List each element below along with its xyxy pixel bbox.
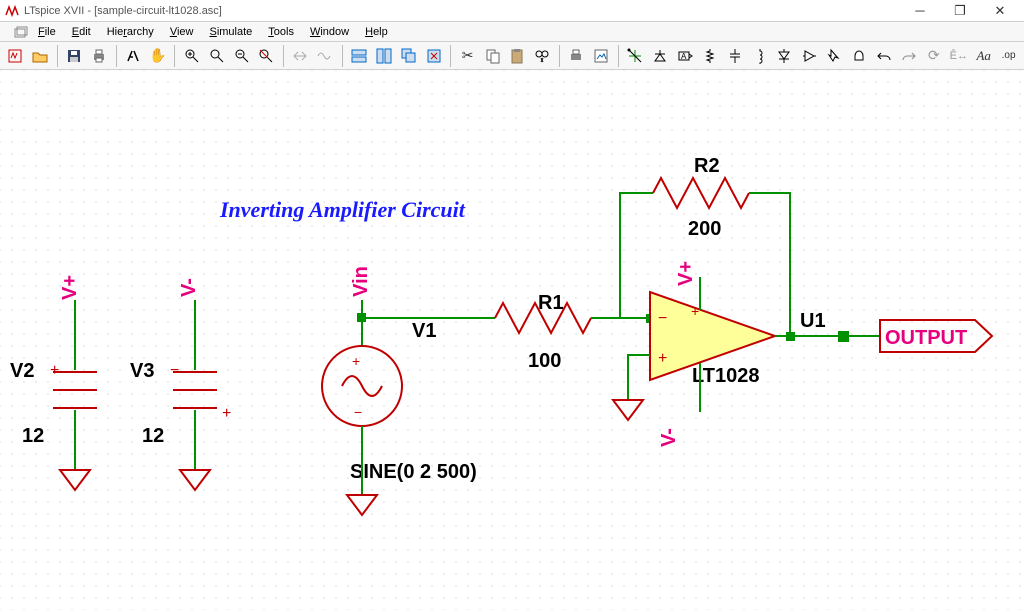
toolbar-separator xyxy=(174,45,175,67)
menu-window[interactable]: Window xyxy=(302,24,357,40)
autorange-icon[interactable] xyxy=(289,44,312,68)
v2-value[interactable]: 12 xyxy=(22,425,44,448)
inductor-icon[interactable] xyxy=(748,44,771,68)
rotate-icon[interactable]: ⟳ xyxy=(922,44,945,68)
print-icon[interactable] xyxy=(88,44,111,68)
copy-icon[interactable] xyxy=(481,44,504,68)
net-vplus[interactable]: V+ xyxy=(59,275,82,300)
menu-view[interactable]: View xyxy=(162,24,202,40)
toolbar-separator xyxy=(559,45,560,67)
redo-icon[interactable] xyxy=(898,44,921,68)
label-net-icon[interactable]: A xyxy=(673,44,696,68)
r2-symbol[interactable] xyxy=(653,178,749,208)
ground-icon[interactable] xyxy=(648,44,671,68)
menu-tools[interactable]: Tools xyxy=(260,24,302,40)
new-schematic-icon[interactable] xyxy=(4,44,27,68)
op-vplus[interactable]: V+ xyxy=(675,261,698,286)
halt-icon[interactable]: ✋ xyxy=(146,44,169,68)
toolbar-separator xyxy=(57,45,58,67)
drag-icon[interactable] xyxy=(848,44,871,68)
toolbar-separator xyxy=(618,45,619,67)
svg-text:+: + xyxy=(691,303,699,319)
capacitor-icon[interactable] xyxy=(723,44,746,68)
app-icon xyxy=(4,4,20,18)
cascade-icon[interactable] xyxy=(397,44,420,68)
paste-icon[interactable] xyxy=(506,44,529,68)
output-label: OUTPUT xyxy=(885,327,967,349)
save-icon[interactable] xyxy=(63,44,86,68)
r1-value[interactable]: 100 xyxy=(528,350,561,373)
net-vminus[interactable]: V- xyxy=(178,278,201,297)
tile-vert-icon[interactable] xyxy=(373,44,396,68)
tile-horz-icon[interactable] xyxy=(348,44,371,68)
run-icon[interactable] xyxy=(122,44,145,68)
svg-text:+: + xyxy=(352,353,360,369)
v3-ref[interactable]: V3 xyxy=(130,360,154,383)
toolbar-separator xyxy=(450,45,451,67)
print-setup-icon[interactable] xyxy=(565,44,588,68)
v3-value[interactable]: 12 xyxy=(142,425,164,448)
u1-symbol[interactable]: − + + xyxy=(650,277,775,412)
cut-icon[interactable]: ✂ xyxy=(456,44,479,68)
undo-icon[interactable] xyxy=(873,44,896,68)
titlebar: LTspice XVII - [sample-circuit-lt1028.as… xyxy=(0,0,1024,22)
svg-text:−: − xyxy=(170,362,179,379)
menubar: File Edit Hierarchy View Simulate Tools … xyxy=(0,22,1024,42)
svg-text:+: + xyxy=(658,350,667,367)
window-title: LTspice XVII - [sample-circuit-lt1028.as… xyxy=(24,5,900,17)
maximize-button[interactable]: ❐ xyxy=(940,1,980,21)
r2-ref[interactable]: R2 xyxy=(694,155,720,178)
svg-text:+: + xyxy=(222,405,231,422)
resistor-icon[interactable] xyxy=(698,44,721,68)
wire-icon[interactable] xyxy=(624,44,647,68)
v2-ref[interactable]: V2 xyxy=(10,360,34,383)
net-vin[interactable]: Vin xyxy=(350,266,373,297)
mirror-icon[interactable]: Ê↔ xyxy=(947,44,970,68)
move-icon[interactable] xyxy=(823,44,846,68)
spice-directive-icon[interactable]: .op xyxy=(997,44,1020,68)
pan-icon[interactable] xyxy=(205,44,228,68)
zoom-in-icon[interactable] xyxy=(180,44,203,68)
zoom-out-icon[interactable] xyxy=(230,44,253,68)
v1-ref[interactable]: V1 xyxy=(412,320,436,343)
toolbar: ✋ ✂ A ⟳ Ê↔ Aa .op xyxy=(0,42,1024,70)
op-vminus[interactable]: V- xyxy=(658,428,681,447)
toolbar-separator xyxy=(116,45,117,67)
close-button[interactable]: ✕ xyxy=(980,1,1020,21)
component-icon[interactable] xyxy=(798,44,821,68)
toolbar-separator xyxy=(283,45,284,67)
u1-model[interactable]: LT1028 xyxy=(692,365,759,388)
svg-text:−: − xyxy=(354,404,362,420)
zoom-fit-icon[interactable] xyxy=(255,44,278,68)
minimize-button[interactable]: ─ xyxy=(900,1,940,21)
menu-edit[interactable]: Edit xyxy=(64,24,99,40)
window-controls: ─ ❐ ✕ xyxy=(900,1,1020,21)
svg-text:+: + xyxy=(50,362,59,379)
schematic-canvas[interactable]: Inverting Amplifier Circuit V2 12 V+ V3 … xyxy=(0,70,1024,610)
menu-help[interactable]: Help xyxy=(357,24,396,40)
open-icon[interactable] xyxy=(29,44,52,68)
mdi-restore-icon[interactable] xyxy=(14,26,28,38)
v1-sine[interactable]: SINE(0 2 500) xyxy=(350,461,477,484)
r1-ref[interactable]: R1 xyxy=(538,292,564,315)
diode-icon[interactable] xyxy=(773,44,796,68)
menu-file[interactable]: File xyxy=(30,24,64,40)
menu-hierarchy[interactable]: Hierarchy xyxy=(99,24,162,40)
copy-bitmap-icon[interactable] xyxy=(590,44,613,68)
toolbar-separator xyxy=(342,45,343,67)
v3-symbol[interactable]: − + xyxy=(170,300,231,490)
text-icon[interactable]: Aa xyxy=(972,44,995,68)
circuit-title: Inverting Amplifier Circuit xyxy=(220,197,465,223)
svg-text:A: A xyxy=(681,52,687,61)
marching-waves-icon[interactable] xyxy=(314,44,337,68)
output-tag[interactable]: OUTPUT xyxy=(880,320,992,352)
find-icon[interactable] xyxy=(531,44,554,68)
r2-value[interactable]: 200 xyxy=(688,218,721,241)
menu-simulate[interactable]: Simulate xyxy=(201,24,260,40)
v2-symbol[interactable]: + xyxy=(50,300,97,490)
svg-text:−: − xyxy=(658,310,667,327)
close-window-icon[interactable] xyxy=(422,44,445,68)
u1-ref[interactable]: U1 xyxy=(800,310,826,333)
